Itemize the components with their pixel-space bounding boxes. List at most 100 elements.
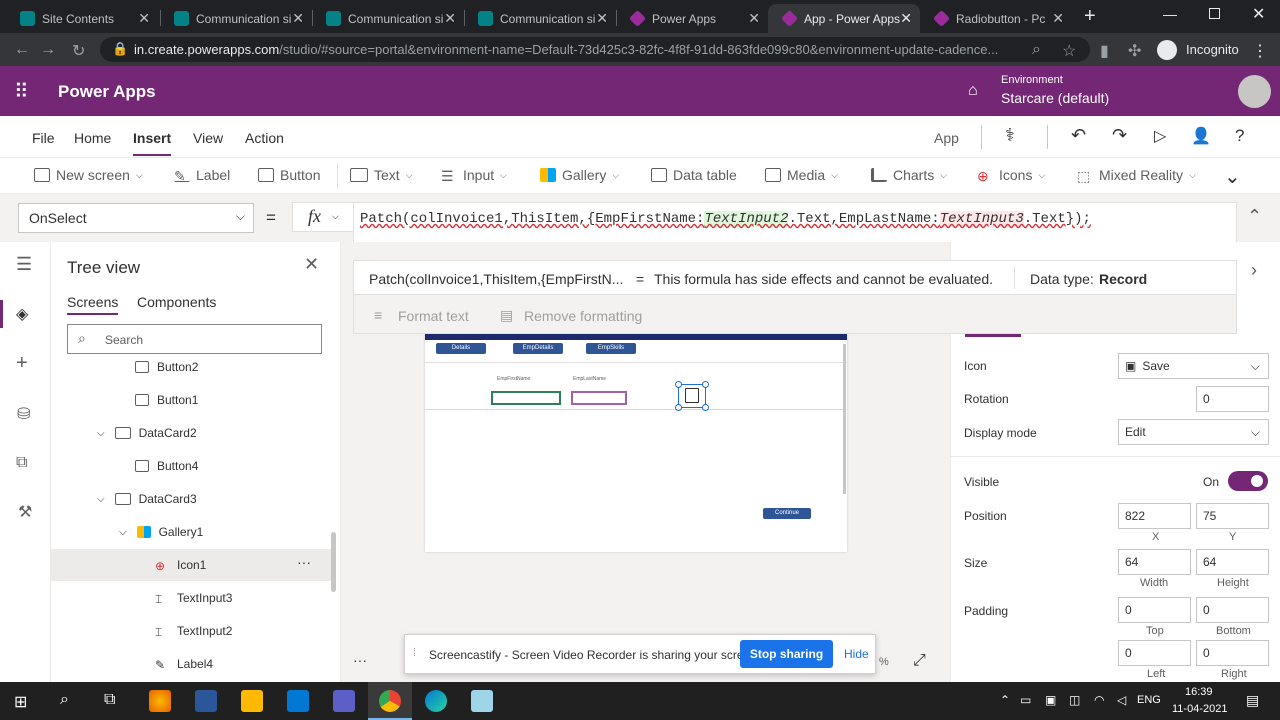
menu-kebab-icon[interactable]: ⋮ bbox=[1252, 41, 1268, 61]
tree-node-textinput3[interactable]: ⌶ TextInput3 bbox=[155, 582, 232, 614]
language-indicator[interactable]: ENG bbox=[1137, 694, 1161, 706]
fullscreen-icon[interactable]: ⤢ bbox=[913, 652, 926, 670]
browser-tab[interactable]: Power Apps ✕ bbox=[616, 4, 768, 33]
canvas-scrollbar[interactable] bbox=[843, 344, 846, 494]
close-icon[interactable]: ✕ bbox=[138, 10, 150, 27]
fx-icon[interactable]: fx bbox=[308, 206, 321, 227]
teams-icon[interactable] bbox=[333, 690, 355, 712]
back-icon[interactable]: ← bbox=[14, 41, 30, 59]
tree-node-button1[interactable]: Button1 bbox=[135, 384, 198, 416]
close-window-button[interactable]: ✕ bbox=[1252, 4, 1265, 24]
task-view-icon[interactable]: ⧉ bbox=[104, 691, 115, 709]
undo-icon[interactable]: ↶ bbox=[1071, 125, 1086, 146]
plus-icon[interactable]: + bbox=[16, 352, 28, 375]
browser-tab[interactable]: Communication si ✕ bbox=[312, 4, 464, 33]
remove-formatting-button[interactable]: Remove formatting bbox=[524, 308, 642, 324]
tree-node-textinput2[interactable]: ⌶ TextInput2 bbox=[155, 615, 232, 647]
bookmark-star-icon[interactable]: ☆ bbox=[1062, 41, 1076, 61]
file-explorer-icon[interactable] bbox=[241, 690, 263, 712]
padding-bottom-input[interactable]: 0 bbox=[1196, 597, 1269, 623]
mixed-reality-button[interactable]: ⬚ Mixed Reality ⌵ bbox=[1077, 167, 1196, 184]
label-button[interactable]: ✎ Label bbox=[174, 167, 230, 184]
layers-icon[interactable]: ◈ bbox=[16, 304, 28, 324]
rotation-input[interactable]: 0 bbox=[1196, 386, 1269, 412]
icons-button[interactable]: ⊕ Icons ⌵ bbox=[977, 167, 1045, 184]
menu-file[interactable]: File bbox=[32, 130, 55, 146]
padding-top-input[interactable]: 0 bbox=[1118, 597, 1191, 623]
charts-button[interactable]: Charts ⌵ bbox=[871, 167, 947, 183]
chevron-right-icon[interactable]: › bbox=[1251, 260, 1257, 281]
chevron-down-icon[interactable]: ⌵ bbox=[332, 211, 339, 222]
close-icon[interactable]: ✕ bbox=[292, 10, 304, 27]
notifications-icon[interactable]: ▤ bbox=[1246, 692, 1259, 709]
collapse-formula-icon[interactable]: ⌃ bbox=[1247, 206, 1262, 227]
drag-handle-icon[interactable]: ⁞ bbox=[413, 647, 416, 659]
format-text-button[interactable]: Format text bbox=[398, 308, 469, 324]
browser-tab[interactable]: Communication si ✕ bbox=[160, 4, 312, 33]
network-icon[interactable]: ◫ bbox=[1069, 693, 1080, 707]
tree-node-button4[interactable]: Button4 bbox=[135, 450, 198, 482]
textinput3-field[interactable] bbox=[571, 391, 627, 405]
height-input[interactable]: 64 bbox=[1196, 549, 1269, 575]
word-icon[interactable] bbox=[195, 690, 217, 712]
menu-home[interactable]: Home bbox=[74, 130, 111, 146]
position-y-input[interactable]: 75 bbox=[1196, 503, 1269, 529]
close-icon[interactable]: ✕ bbox=[900, 10, 912, 27]
app-screen[interactable]: Details EmpDetails EmpSkills EmpFirstNam… bbox=[425, 334, 847, 552]
zoom-icon[interactable]: ⌕ bbox=[1032, 41, 1041, 59]
more-icon[interactable]: ··· bbox=[353, 652, 367, 668]
new-tab-button[interactable]: + bbox=[1084, 5, 1096, 28]
button-button[interactable]: Button bbox=[258, 167, 320, 183]
close-icon[interactable]: ✕ bbox=[596, 10, 608, 27]
stethoscope-icon[interactable]: ⚕ bbox=[1005, 125, 1015, 146]
close-icon[interactable]: ✕ bbox=[1052, 10, 1064, 27]
browser-tab[interactable]: Site Contents ✕ bbox=[6, 4, 158, 33]
data-table-button[interactable]: Data table bbox=[651, 167, 737, 183]
app-checker-label[interactable]: App bbox=[934, 130, 959, 146]
clock-time[interactable]: 16:39 bbox=[1185, 686, 1213, 698]
tree-search-input[interactable]: ⌕ Search bbox=[67, 324, 322, 354]
waffle-icon[interactable]: ⠿ bbox=[14, 79, 29, 104]
visible-toggle[interactable] bbox=[1228, 471, 1268, 491]
close-icon[interactable]: ✕ bbox=[304, 254, 319, 275]
firefox-icon[interactable] bbox=[149, 690, 171, 712]
tree-node-icon1[interactable]: ⊕ Icon1 bbox=[155, 549, 206, 581]
padding-left-input[interactable]: 0 bbox=[1118, 640, 1191, 666]
edge-icon[interactable] bbox=[425, 690, 447, 712]
clock-date[interactable]: 11-04-2021 bbox=[1172, 703, 1227, 715]
empskills-button[interactable]: EmpSkills bbox=[586, 343, 636, 354]
redo-icon[interactable]: ↷ bbox=[1112, 125, 1127, 146]
menu-action[interactable]: Action bbox=[245, 130, 284, 146]
share-user-icon[interactable]: 👤 bbox=[1191, 126, 1211, 146]
powershell-icon[interactable] bbox=[287, 690, 309, 712]
stop-sharing-button[interactable]: Stop sharing bbox=[740, 640, 833, 668]
text-button[interactable]: Text ⌵ bbox=[350, 167, 413, 183]
url-field[interactable]: 🔒 in.create.powerapps.com/studio/#source… bbox=[100, 37, 1090, 62]
position-x-input[interactable]: 822 bbox=[1118, 503, 1191, 529]
icon-dropdown[interactable]: ▣ Save ⌵ bbox=[1118, 353, 1269, 379]
wifi-icon[interactable]: ◠ bbox=[1094, 693, 1104, 707]
padding-right-input[interactable]: 0 bbox=[1196, 640, 1269, 666]
media-button[interactable]: Media ⌵ bbox=[765, 167, 838, 183]
tab-screens[interactable]: Screens bbox=[67, 294, 119, 315]
continue-button[interactable]: Continue bbox=[763, 508, 811, 519]
gallery-button[interactable]: Gallery ⌵ bbox=[540, 167, 619, 183]
environment-name[interactable]: Starcare (default) bbox=[1001, 90, 1109, 106]
chevron-down-icon[interactable]: ⌵ bbox=[97, 428, 105, 439]
hamburger-icon[interactable]: ☰ bbox=[16, 254, 32, 275]
help-icon[interactable]: ? bbox=[1235, 126, 1244, 146]
maximize-button[interactable] bbox=[1209, 8, 1220, 19]
more-options-icon[interactable]: ··· bbox=[297, 554, 311, 570]
chrome-icon[interactable] bbox=[379, 690, 401, 712]
battery-icon[interactable]: ▭ bbox=[1020, 693, 1031, 707]
close-icon[interactable]: ✕ bbox=[748, 10, 760, 27]
app-title[interactable]: Power Apps bbox=[58, 82, 156, 102]
hide-button[interactable]: Hide bbox=[844, 647, 869, 661]
menu-insert[interactable]: Insert bbox=[133, 130, 172, 156]
browser-tab[interactable]: Radiobutton - Pc ✕ bbox=[920, 4, 1072, 33]
display-mode-dropdown[interactable]: Edit ⌵ bbox=[1118, 419, 1269, 445]
tree-node-datacard2[interactable]: ⌵ DataCard2 bbox=[97, 417, 197, 449]
tree-node-gallery1[interactable]: ⌵ Gallery1 bbox=[119, 516, 203, 548]
property-dropdown[interactable]: OnSelect ⌵ bbox=[18, 203, 254, 233]
tree-scrollbar[interactable] bbox=[331, 532, 336, 592]
